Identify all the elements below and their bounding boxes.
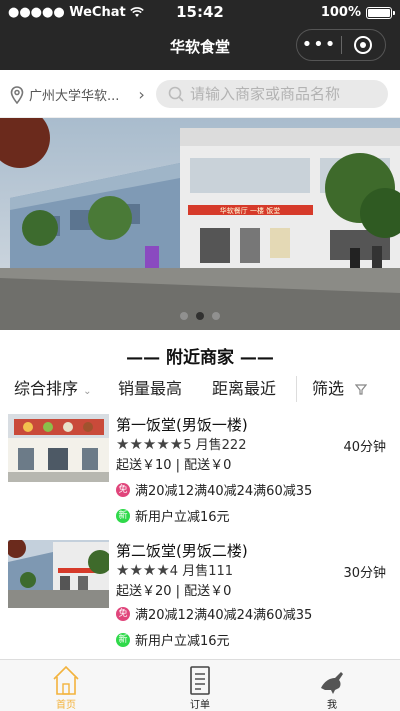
tab-profile-label: 我 bbox=[327, 700, 337, 711]
carousel-dot[interactable] bbox=[212, 312, 220, 320]
shop-rating: ★★★★★ 5 月售222 bbox=[116, 434, 247, 454]
target-icon bbox=[354, 36, 373, 54]
banner-image: 华软餐厅 一楼 饭堂 bbox=[0, 118, 400, 330]
filter-icon bbox=[354, 384, 368, 395]
discount-badge-icon: 免 bbox=[116, 606, 130, 621]
new-user-badge-icon: 新 bbox=[116, 632, 130, 647]
close-mini-program-button[interactable] bbox=[342, 30, 385, 60]
top-bar: ●●●●● WeChat 15:42 100% 华软食堂 ••• bbox=[0, 0, 400, 70]
sort-distance[interactable]: 距离最近 bbox=[212, 376, 276, 402]
battery-icon bbox=[366, 6, 395, 19]
banner-sign-text: 华软餐厅 一楼 饭堂 bbox=[220, 206, 280, 215]
shop-thumbnail bbox=[8, 540, 109, 608]
promo-discount: 免 满20减12满40减24满60减35 bbox=[116, 480, 312, 499]
profile-icon bbox=[321, 672, 343, 694]
shop-list-item[interactable]: 第一饭堂(男饭一楼) ★★★★★ 5 月售222 40分钟 起送￥10 | 配送… bbox=[0, 414, 400, 538]
tab-orders-label: 订单 bbox=[190, 700, 210, 711]
star-rating-icon: ★★★★ bbox=[116, 560, 170, 579]
discount-badge-icon: 免 bbox=[116, 482, 130, 497]
search-input[interactable] bbox=[190, 85, 380, 103]
chevron-right-icon: › bbox=[138, 85, 145, 104]
promo-new-user: 新 新用户立减16元 bbox=[116, 506, 230, 525]
location-pin-icon bbox=[10, 85, 24, 104]
location-search-bar: 广州大学华软... › bbox=[0, 70, 400, 118]
search-box[interactable] bbox=[156, 80, 388, 108]
shop-list-item[interactable]: 第二饭堂(男饭二楼) ★★★★ 4 月售111 30分钟 起送￥20 | 配送￥… bbox=[0, 540, 400, 664]
bottom-tab-bar: 首页 订单 我 bbox=[0, 659, 400, 711]
home-icon bbox=[53, 665, 79, 695]
shop-fees: 起送￥10 | 配送￥0 bbox=[116, 458, 232, 473]
sort-comprehensive-label: 综合排序 bbox=[14, 379, 79, 398]
more-menu-button[interactable]: ••• bbox=[297, 30, 341, 60]
sort-comprehensive[interactable]: 综合排序 ⌄ bbox=[14, 376, 92, 402]
shop-name: 第二饭堂(男饭二楼) bbox=[116, 542, 248, 560]
sort-filter[interactable]: 筛选 bbox=[312, 376, 368, 402]
battery-percent: 100% bbox=[320, 5, 361, 20]
sort-filter-label: 筛选 bbox=[312, 379, 345, 398]
star-rating-icon: ★★★★★ bbox=[116, 434, 184, 453]
mini-program-capsule: ••• bbox=[296, 29, 386, 61]
delivery-time: 30分钟 bbox=[343, 566, 386, 581]
tab-profile[interactable]: 我 bbox=[292, 664, 372, 711]
battery-status: 100% bbox=[320, 5, 395, 20]
shop-rating: ★★★★ 4 月售111 bbox=[116, 560, 234, 580]
tab-home-label: 首页 bbox=[56, 700, 76, 711]
tab-home[interactable]: 首页 bbox=[26, 664, 106, 711]
shop-fees: 起送￥20 | 配送￥0 bbox=[116, 584, 232, 599]
section-title: —— 附近商家 —— bbox=[126, 348, 274, 368]
shop-monthly-sales: 4 月售111 bbox=[169, 564, 234, 579]
sort-sales[interactable]: 销量最高 bbox=[118, 376, 182, 402]
promo-new-user: 新 新用户立减16元 bbox=[116, 630, 230, 649]
carousel-indicators bbox=[0, 312, 400, 320]
location-selector[interactable]: 广州大学华软... › bbox=[10, 85, 145, 104]
shop-name: 第一饭堂(男饭一楼) bbox=[116, 416, 248, 434]
promo-discount: 免 满20减12满40减24满60减35 bbox=[116, 604, 312, 623]
promo-new-text: 新用户立减16元 bbox=[135, 634, 230, 649]
promo-discount-text: 满20减12满40减24满60减35 bbox=[135, 484, 313, 499]
chevron-down-icon: ⌄ bbox=[83, 386, 92, 397]
promo-new-text: 新用户立减16元 bbox=[135, 510, 230, 525]
promo-discount-text: 满20减12满40减24满60减35 bbox=[135, 608, 313, 623]
sort-divider bbox=[296, 376, 297, 402]
status-bar: ●●●●● WeChat 15:42 100% bbox=[0, 0, 400, 26]
banner-carousel[interactable]: 华软餐厅 一楼 饭堂 bbox=[0, 118, 400, 330]
new-user-badge-icon: 新 bbox=[116, 508, 130, 523]
shop-monthly-sales: 5 月售222 bbox=[183, 438, 247, 453]
order-icon bbox=[190, 666, 210, 695]
delivery-time: 40分钟 bbox=[343, 440, 386, 455]
sort-bar: 综合排序 ⌄ 销量最高 距离最近 筛选 bbox=[0, 376, 400, 402]
search-icon bbox=[168, 86, 184, 102]
location-text: 广州大学华软... bbox=[29, 89, 120, 104]
carousel-dot[interactable] bbox=[196, 312, 204, 320]
shop-thumbnail bbox=[8, 414, 109, 482]
tab-orders[interactable]: 订单 bbox=[160, 664, 240, 711]
carousel-dot[interactable] bbox=[180, 312, 188, 320]
